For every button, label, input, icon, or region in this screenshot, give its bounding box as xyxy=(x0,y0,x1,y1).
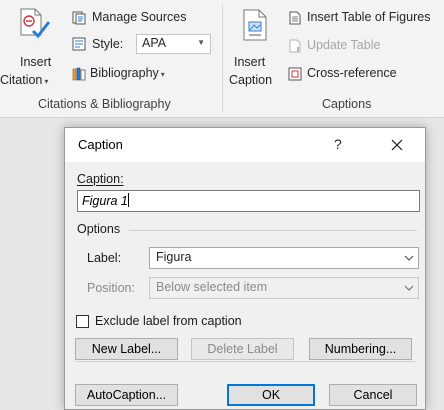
insert-citation-label-line2: Citation ▾ xyxy=(0,73,49,87)
button-row-divider xyxy=(75,361,415,362)
insert-table-of-figures-label: Insert Table of Figures xyxy=(307,10,431,24)
insert-caption-icon xyxy=(243,9,267,41)
options-group-label: Options xyxy=(77,222,121,236)
cross-reference-icon xyxy=(288,67,302,81)
autocaption-button[interactable]: AutoCaption... xyxy=(75,384,178,406)
update-table-button[interactable]: Update Table xyxy=(286,37,406,55)
table-of-figures-icon xyxy=(289,11,301,25)
bibliography-button[interactable]: Bibliography ▾ xyxy=(70,65,190,83)
caption-input[interactable]: Figura 1 xyxy=(77,190,420,212)
caption-input-value: Figura 1 xyxy=(82,194,128,208)
numbering-button[interactable]: Numbering... xyxy=(309,338,412,360)
position-dropdown-value: Below selected item xyxy=(156,280,268,294)
dialog-titlebar[interactable]: Caption ? xyxy=(65,128,425,162)
manage-sources-icon xyxy=(72,11,86,25)
cancel-button[interactable]: Cancel xyxy=(329,384,417,406)
exclude-label-text: Exclude label from caption xyxy=(95,314,242,328)
text-cursor xyxy=(127,193,129,207)
chevron-down-icon xyxy=(404,255,414,261)
insert-citation-label-line1: Insert xyxy=(20,55,52,69)
insert-caption-button[interactable]: Insert Caption xyxy=(226,0,284,92)
close-icon[interactable] xyxy=(385,133,409,157)
help-button[interactable]: ? xyxy=(334,136,342,152)
style-label: Style: xyxy=(92,37,124,51)
ok-button[interactable]: OK xyxy=(227,384,315,406)
insert-table-of-figures-button[interactable]: Insert Table of Figures xyxy=(286,9,444,27)
group-citations-bibliography: Citations & Bibliography xyxy=(38,97,171,111)
position-field-label: Position: xyxy=(87,281,135,295)
style-value: APA xyxy=(142,36,167,50)
exclude-label-checkbox[interactable] xyxy=(76,315,89,328)
group-separator xyxy=(222,4,223,112)
group-captions: Captions xyxy=(322,97,372,111)
caption-dialog: Caption ? Caption: Figura 1 Options Labe… xyxy=(64,127,426,410)
delete-label-button[interactable]: Delete Label xyxy=(191,338,294,360)
position-dropdown[interactable]: Below selected item xyxy=(149,277,419,299)
label-dropdown[interactable]: Figura xyxy=(149,247,419,269)
ribbon: Insert Citation ▾ Manage Sources Style: A… xyxy=(0,0,444,118)
options-divider xyxy=(129,230,417,231)
label-dropdown-value: Figura xyxy=(156,250,192,264)
new-label-button[interactable]: New Label... xyxy=(75,338,178,360)
manage-sources-label: Manage Sources xyxy=(92,10,187,24)
style-icon xyxy=(72,37,86,51)
style-dropdown[interactable]: APA ▼ xyxy=(136,34,211,54)
caption-field-label: Caption: xyxy=(77,172,124,186)
update-table-label: Update Table xyxy=(307,38,381,52)
dialog-title: Caption xyxy=(78,137,123,152)
insert-caption-label-line2: Caption xyxy=(229,73,273,87)
bibliography-label: Bibliography ▾ xyxy=(90,66,165,80)
update-table-icon xyxy=(289,39,301,53)
chevron-down-icon xyxy=(404,285,414,291)
insert-caption-label-line1: Insert xyxy=(234,55,266,69)
cross-reference-label: Cross-reference xyxy=(307,66,397,80)
bibliography-icon xyxy=(72,67,86,81)
chevron-down-icon: ▼ xyxy=(197,38,205,47)
insert-citation-icon xyxy=(20,8,51,39)
insert-citation-button[interactable]: Insert Citation ▾ xyxy=(0,0,66,92)
cross-reference-button[interactable]: Cross-reference xyxy=(286,65,426,83)
label-field-label: Label: xyxy=(87,251,122,265)
manage-sources-button[interactable]: Manage Sources xyxy=(70,9,210,27)
